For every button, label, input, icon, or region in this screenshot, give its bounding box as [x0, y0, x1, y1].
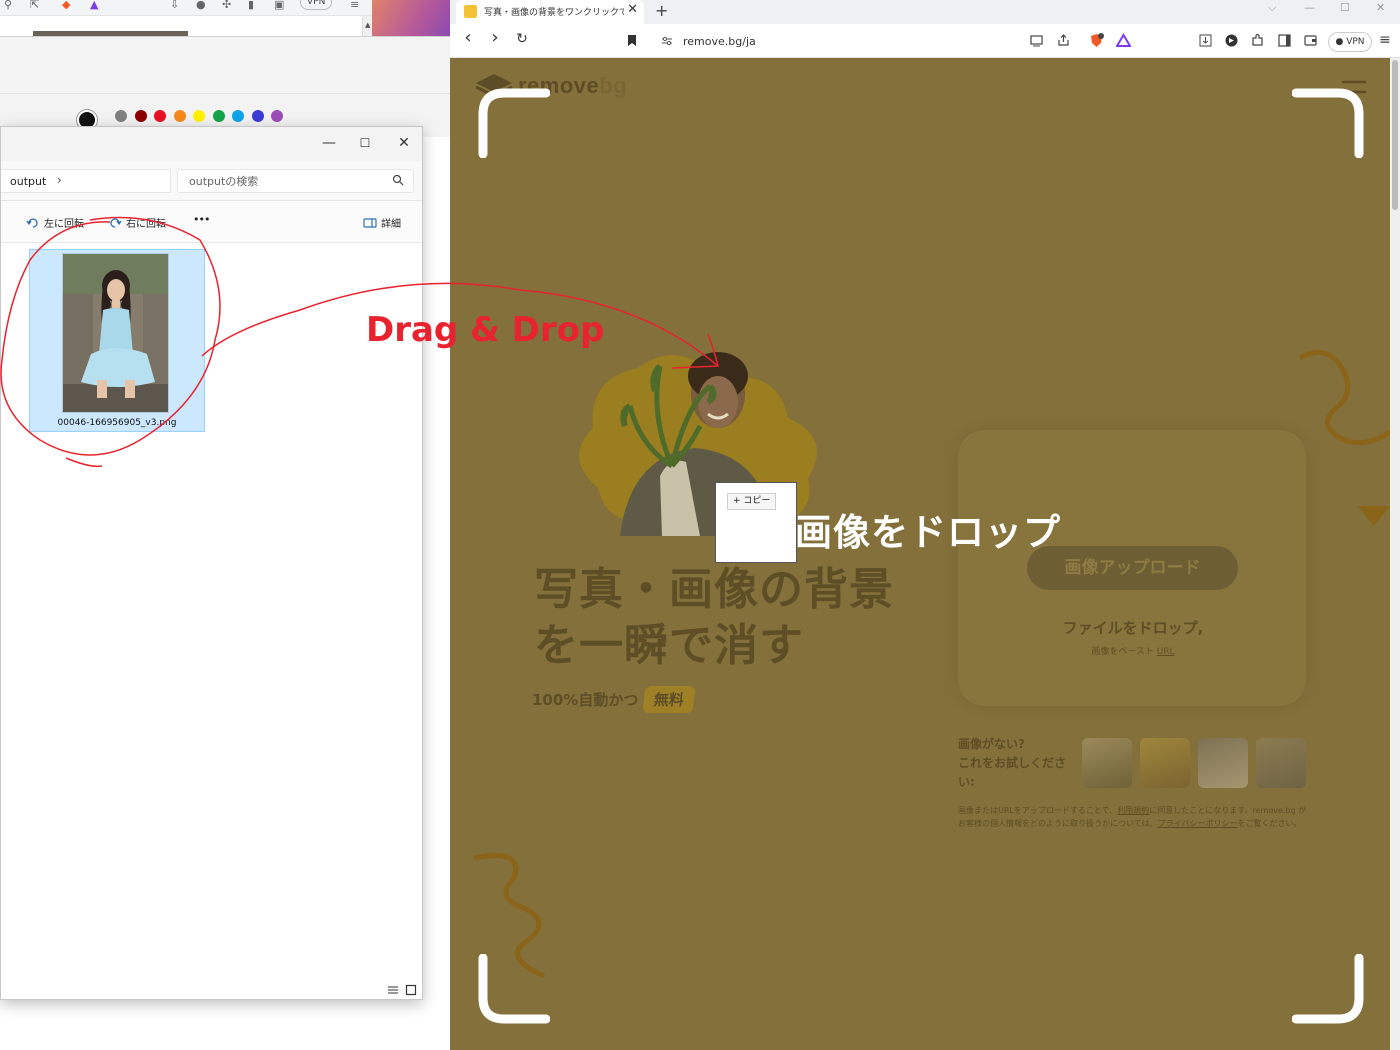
sample-prompt-line-1: 画像がない? — [958, 737, 1025, 751]
logo-text-bg: bg — [599, 73, 628, 98]
sample-image-animal[interactable] — [1140, 738, 1190, 788]
maximize-button[interactable]: ☐ — [353, 133, 377, 153]
sample-prompt-line-3: い: — [958, 775, 975, 789]
color-swatch[interactable] — [232, 110, 244, 122]
sample-image-product[interactable] — [1256, 738, 1306, 788]
rewards-icon[interactable]: ▲ — [90, 0, 98, 10]
file-thumbnail[interactable] — [62, 253, 169, 413]
color-swatch[interactable] — [212, 110, 225, 122]
drop-frame-corner-top-left — [478, 88, 550, 158]
rotate-right-label: 右に回転 — [126, 219, 166, 230]
command-bar: 左に回転 右に回転 ••• 詳細 — [1, 201, 422, 243]
details-button[interactable]: 詳細 — [363, 215, 401, 230]
headline-line-1: 写真・画像の背景 — [534, 564, 894, 615]
color-swatch[interactable] — [115, 110, 127, 122]
hero-headline: 写真・画像の背景 を一瞬で消す — [534, 562, 954, 674]
rotate-left-icon — [26, 217, 38, 228]
wallpaper-strip — [372, 0, 450, 37]
search-input[interactable] — [178, 170, 388, 192]
details-pane-icon — [363, 217, 377, 228]
close-button[interactable]: ✕ — [392, 133, 416, 153]
scrollbar[interactable]: ▲ — [362, 16, 372, 36]
color-swatch[interactable] — [251, 110, 264, 122]
drop-zone-overlay[interactable]: removebg 写真・画像の背景 を一瞬で消す 100%自動かつ 無料 画像ア… — [450, 58, 1390, 1050]
drop-image-title: 画像をドロップ — [795, 511, 1061, 554]
address-bar: output › — [1, 161, 422, 201]
color-swatch[interactable] — [193, 110, 205, 122]
drag-drop-annotation-label: Drag & Drop — [366, 310, 605, 350]
divider — [0, 93, 450, 94]
terms-suffix: をご覧ください。 — [1237, 819, 1302, 828]
sample-prompt: 画像がない? これをお試しくださ い: — [958, 735, 1080, 792]
headline-line-2: を一瞬で消す — [534, 620, 804, 671]
more-options-button[interactable]: ••• — [193, 213, 210, 226]
color-swatch[interactable] — [173, 110, 186, 122]
sample-prompt-line-2: これをお試しくださ — [958, 756, 1067, 770]
search-box[interactable] — [177, 169, 414, 193]
drop-frame-corner-top-right — [1292, 88, 1364, 158]
page-viewport: removebg 写真・画像の背景 を一瞬で消す 100%自動かつ 無料 画像ア… — [450, 0, 1400, 1050]
details-label: 詳細 — [381, 219, 401, 230]
free-badge: 無料 — [642, 686, 696, 713]
drop-file-text: ファイルをドロップ, — [1062, 619, 1204, 637]
minimize-button[interactable]: — — [317, 133, 341, 153]
search-icon[interactable]: ⚲ — [4, 0, 12, 10]
terms-prefix: 画像またはURLをアップロードすることで、 — [958, 806, 1118, 815]
breadcrumb[interactable]: output › — [1, 169, 171, 193]
rotate-left-button[interactable]: 左に回転 — [26, 215, 84, 230]
wallet-icon[interactable]: ▣ — [274, 0, 284, 10]
file-explorer-window: — ☐ ✕ output › 左に回転 右に回転 ••• 詳細 — [0, 126, 423, 1000]
paste-hint: 画像をペースト URL — [958, 644, 1308, 657]
extensions-icon[interactable]: ✣ — [222, 0, 231, 10]
color-swatch[interactable] — [154, 110, 166, 122]
color-swatch[interactable] — [134, 110, 147, 122]
explorer-titlebar: — ☐ ✕ — [1, 127, 422, 161]
thumbnail-image — [63, 254, 168, 412]
brave-shield-icon[interactable]: ◆ — [62, 0, 70, 10]
page-scrollbar[interactable] — [1390, 58, 1400, 1050]
thumbnail-view-icon[interactable] — [405, 984, 417, 996]
rotate-left-label: 左に回転 — [44, 219, 84, 230]
terms-notice: 画像またはURLをアップロードすることで、利用規約に同意したことになります。re… — [958, 804, 1308, 830]
color-swatch[interactable] — [271, 110, 283, 122]
breadcrumb-item[interactable]: output — [10, 175, 46, 188]
decorative-triangle — [1358, 506, 1390, 526]
sidebar-icon[interactable]: ▮ — [248, 0, 254, 10]
scroll-up-icon[interactable]: ▲ — [365, 21, 370, 29]
menu-icon[interactable]: ≡ — [350, 0, 359, 10]
share-icon[interactable]: ⇱ — [30, 0, 39, 10]
hero-subline: 100%自動かつ 無料 — [532, 686, 696, 713]
file-item[interactable]: 00046-166956905_v3.png — [29, 249, 205, 432]
rotate-right-icon — [110, 217, 122, 228]
url-link[interactable]: URL — [1157, 647, 1175, 657]
rotate-right-button[interactable]: 右に回転 — [108, 215, 166, 230]
status-bar — [1, 981, 422, 999]
background-toolbar: ⚲ ⇱ ◆ ▲ ⇩ ● ✣ ▮ ▣ VPN ≡ — [0, 0, 372, 16]
paste-text: 画像をペースト — [1091, 647, 1154, 657]
scrollbar-thumb[interactable] — [1392, 60, 1398, 210]
leo-icon[interactable]: ● — [196, 0, 206, 10]
decorative-squiggle — [1298, 349, 1390, 446]
download-icon[interactable]: ⇩ — [170, 0, 179, 10]
copy-drag-tooltip: + コピー — [727, 493, 777, 510]
privacy-link[interactable]: プライバシーポリシー — [1158, 819, 1238, 828]
paint-toolbar — [0, 37, 450, 137]
sample-image-car[interactable] — [1198, 738, 1248, 788]
file-list: 00046-166956905_v3.png — [1, 243, 422, 983]
drop-frame-corner-bottom-left — [478, 954, 550, 1024]
sample-image-person[interactable] — [1082, 738, 1132, 788]
terms-link[interactable]: 利用規約 — [1117, 806, 1149, 815]
chevron-right-icon[interactable]: › — [57, 173, 62, 187]
subline-text: 100%自動かつ — [532, 691, 639, 709]
file-name: 00046-166956905_v3.png — [57, 418, 177, 428]
vpn-button[interactable]: VPN — [300, 0, 333, 10]
drop-frame-corner-bottom-right — [1292, 954, 1364, 1024]
details-view-icon[interactable] — [387, 984, 399, 996]
search-icon[interactable] — [392, 174, 404, 186]
